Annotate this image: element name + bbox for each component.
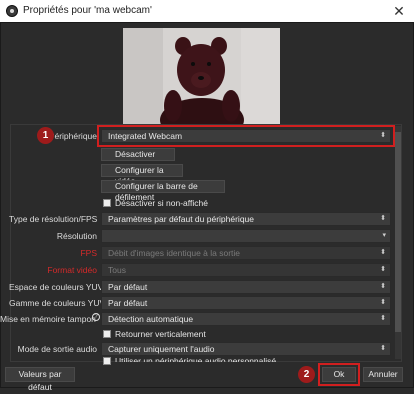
combo-arrows-icon: ⬍ bbox=[380, 249, 386, 256]
webcam-preview bbox=[123, 28, 280, 127]
fps-value: Débit d'images identique à la sortie bbox=[108, 248, 241, 258]
buffering-select[interactable]: Détection automatique ⬍ bbox=[101, 312, 391, 326]
annotation-badge-1: 1 bbox=[37, 127, 54, 144]
scrollbar-thumb[interactable] bbox=[395, 132, 401, 332]
combo-arrows-icon: ⬍ bbox=[380, 345, 386, 352]
deactivate-button[interactable]: Désactiver bbox=[101, 148, 175, 161]
combo-arrows-icon: ⬍ bbox=[380, 315, 386, 322]
resolution-label: Résolution bbox=[56, 231, 97, 241]
annotation-highlight-device bbox=[97, 125, 395, 147]
combo-arrows-icon: ⬍ bbox=[380, 266, 386, 273]
window-title: Propriétés pour 'ma webcam' bbox=[23, 5, 152, 16]
custom-audio-label: Utiliser un périphérique audio personnal… bbox=[115, 356, 277, 362]
title-bar: Propriétés pour 'ma webcam' ✕ bbox=[0, 0, 414, 22]
video-format-label: Format vidéo bbox=[47, 265, 97, 275]
obs-logo-icon bbox=[6, 5, 18, 17]
flip-vertical-label: Retourner verticalement bbox=[115, 329, 206, 339]
buffering-label: Mise en mémoire tampon bbox=[0, 314, 96, 324]
teddy-bear-image bbox=[123, 28, 280, 127]
deactivate-hidden-checkbox[interactable] bbox=[103, 199, 111, 207]
cancel-button[interactable]: Annuler bbox=[363, 367, 403, 382]
audio-output-select[interactable]: Capturer uniquement l'audio ⬍ bbox=[101, 342, 391, 356]
color-range-select[interactable]: Par défaut ⬍ bbox=[101, 296, 391, 310]
color-space-select[interactable]: Par défaut ⬍ bbox=[101, 280, 391, 294]
fps-select: Débit d'images identique à la sortie ⬍ bbox=[101, 246, 391, 260]
combo-arrow-icon: ▾ bbox=[382, 232, 386, 239]
help-icon[interactable]: ? bbox=[92, 313, 100, 321]
video-format-value: Tous bbox=[108, 265, 126, 275]
color-space-label: Espace de couleurs YUV bbox=[9, 282, 104, 292]
annotation-highlight-ok bbox=[318, 363, 360, 386]
audio-output-value: Capturer uniquement l'audio bbox=[108, 344, 215, 354]
configure-video-button[interactable]: Configurer la vidéo bbox=[101, 164, 183, 186]
combo-arrows-icon: ⬍ bbox=[380, 283, 386, 290]
flip-vertical-checkbox[interactable] bbox=[103, 330, 111, 338]
combo-arrows-icon: ⬍ bbox=[380, 299, 386, 306]
close-icon[interactable]: ✕ bbox=[384, 0, 414, 22]
properties-panel bbox=[10, 124, 402, 362]
combo-arrows-icon: ⬍ bbox=[380, 215, 386, 222]
color-space-value: Par défaut bbox=[108, 282, 148, 292]
properties-scrollbar[interactable] bbox=[395, 126, 401, 359]
color-range-value: Par défaut bbox=[108, 298, 148, 308]
defaults-button[interactable]: Valeurs par défaut bbox=[5, 367, 75, 392]
audio-output-label: Mode de sortie audio bbox=[17, 344, 97, 354]
custom-audio-checkbox[interactable] bbox=[103, 357, 111, 365]
fps-label: FPS bbox=[80, 248, 97, 258]
resolution-type-label: Type de résolution/FPS bbox=[9, 214, 98, 224]
video-format-select: Tous ⬍ bbox=[101, 263, 391, 277]
resolution-type-select[interactable]: Paramètres par défaut du périphérique ⬍ bbox=[101, 212, 391, 226]
resolution-type-value: Paramètres par défaut du périphérique bbox=[108, 214, 255, 224]
annotation-badge-2: 2 bbox=[298, 366, 315, 383]
configure-crossbar-button[interactable]: Configurer la barre de défilement bbox=[101, 180, 225, 202]
deactivate-hidden-label: Désactiver si non-affiché bbox=[115, 198, 208, 208]
color-range-label: Gamme de couleurs YUV bbox=[9, 298, 106, 308]
resolution-select[interactable]: ▾ bbox=[101, 229, 391, 243]
buffering-value: Détection automatique bbox=[108, 314, 194, 324]
